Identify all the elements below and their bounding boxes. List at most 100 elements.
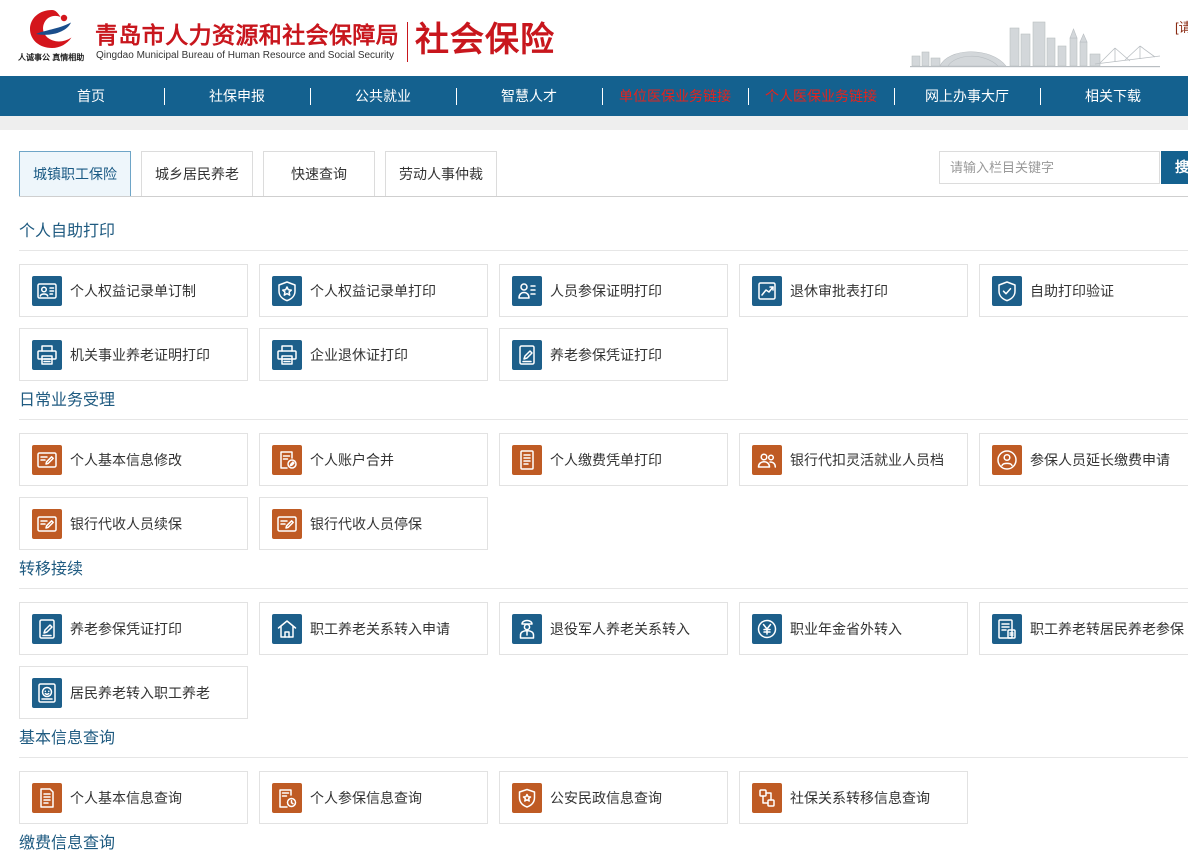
card-label: 职工养老转居民养老参保	[1030, 620, 1184, 637]
card-label: 居民养老转入职工养老	[70, 684, 210, 701]
card-label: 参保人员延长缴费申请	[1030, 451, 1170, 468]
resident-card-icon	[32, 677, 62, 708]
receipt-icon	[512, 444, 542, 475]
card-bank-collect-insurance-stop[interactable]: 银行代收人员停保	[259, 497, 488, 550]
tab-quick-query[interactable]: 快速查询	[263, 151, 375, 196]
police-badge-icon	[512, 782, 542, 813]
bureau-slogan: 人诚事公 真情相助	[18, 53, 85, 62]
card-label: 社保关系转移信息查询	[790, 789, 930, 806]
card-label: 企业退休证打印	[310, 346, 408, 363]
card-label: 养老参保凭证打印	[70, 620, 182, 637]
card-veteran-pension-transfer-in[interactable]: 退役军人养老关系转入	[499, 602, 728, 655]
document-edit-icon	[272, 444, 302, 475]
home-transfer-icon	[272, 613, 302, 644]
service-grid: 个人基本信息修改 个人账户合并 个人缴费凭单打印 银行代扣灵活就业人员档 参保人…	[19, 433, 1188, 550]
section-payment-info-query: 缴费信息查询	[19, 833, 1188, 855]
nav-item-social-insurance-declaration[interactable]: 社保申报	[164, 76, 310, 116]
section-title-daily-business: 日常业务受理	[19, 390, 1188, 420]
person-circle-icon	[992, 444, 1022, 475]
document-list-icon	[992, 613, 1022, 644]
card-insured-certificate-print[interactable]: 人员参保证明打印	[499, 264, 728, 317]
card-personal-basic-info-query[interactable]: 个人基本信息查询	[19, 771, 248, 824]
id-card-icon	[32, 275, 62, 306]
bureau-logo-icon[interactable]	[27, 7, 77, 51]
card-public-security-civil-affairs-info-query[interactable]: 公安民政信息查询	[499, 771, 728, 824]
section-basic-info-query: 基本信息查询 个人基本信息查询 个人参保信息查询 公安民政信息查询 社保关系转移…	[19, 728, 1188, 824]
printer-icon	[32, 339, 62, 370]
card-label: 个人基本信息查询	[70, 789, 182, 806]
tab-urban-rural-resident-pension[interactable]: 城乡居民养老	[141, 151, 253, 196]
card-pension-insurance-voucher-print[interactable]: 养老参保凭证打印	[499, 328, 728, 381]
title-divider	[407, 22, 408, 62]
document-icon	[32, 782, 62, 813]
card-label: 退休审批表打印	[790, 282, 888, 299]
card-institution-pension-certificate-print[interactable]: 机关事业养老证明打印	[19, 328, 248, 381]
nav-item-smart-talent[interactable]: 智慧人才	[456, 76, 602, 116]
nav-item-downloads[interactable]: 相关下载	[1040, 76, 1186, 116]
person-document-icon	[512, 275, 542, 306]
document-clock-icon	[272, 782, 302, 813]
card-label: 退役军人养老关系转入	[550, 620, 690, 637]
tab-labor-arbitration[interactable]: 劳动人事仲裁	[385, 151, 497, 196]
card-label: 人员参保证明打印	[550, 282, 662, 299]
card-retirement-approval-form-print[interactable]: 退休审批表打印	[739, 264, 968, 317]
card-self-print-verification[interactable]: 自助打印验证	[979, 264, 1188, 317]
main-nav: 首页 社保申报 公共就业 智慧人才 单位医保业务链接 个人医保业务链接 网上办事…	[0, 76, 1188, 116]
card-label: 公安民政信息查询	[550, 789, 662, 806]
site-title: 社会保险	[415, 20, 555, 60]
section-self-service-print: 个人自助打印 个人权益记录单订制 个人权益记录单打印 人员参保证明打印 退休审批…	[19, 221, 1188, 381]
section-daily-business: 日常业务受理 个人基本信息修改 个人账户合并 个人缴费凭单打印 银行代扣灵活就业…	[19, 390, 1188, 550]
service-grid: 养老参保凭证打印 职工养老关系转入申请 退役军人养老关系转入 职业年金省外转入	[19, 602, 1188, 719]
main-content: 城镇职工保险 城乡居民养老 快速查询 劳动人事仲裁 搜 个人自助打印 个人权益记…	[0, 130, 1188, 855]
nav-item-home[interactable]: 首页	[18, 76, 164, 116]
card-label: 个人基本信息修改	[70, 451, 182, 468]
card-label: 职工养老关系转入申请	[310, 620, 450, 637]
card-label: 个人账户合并	[310, 451, 394, 468]
card-personal-payment-voucher-print[interactable]: 个人缴费凭单打印	[499, 433, 728, 486]
service-grid: 个人基本信息查询 个人参保信息查询 公安民政信息查询 社保关系转移信息查询	[19, 771, 1188, 824]
nav-item-employer-medical-insurance-link[interactable]: 单位医保业务链接	[602, 76, 748, 116]
tab-urban-employee-insurance[interactable]: 城镇职工保险	[19, 151, 131, 196]
card-occupational-annuity-out-of-province-transfer[interactable]: 职业年金省外转入	[739, 602, 968, 655]
printer-icon	[272, 339, 302, 370]
card-label: 个人权益记录单订制	[70, 282, 196, 299]
card-employee-pension-transfer-in-application[interactable]: 职工养老关系转入申请	[259, 602, 488, 655]
card-bank-withhold-flexible-employment-archive[interactable]: 银行代扣灵活就业人员档	[739, 433, 968, 486]
card-bank-collect-insurance-resume[interactable]: 银行代收人员续保	[19, 497, 248, 550]
card-employee-to-resident-pension-insurance[interactable]: 职工养老转居民养老参保	[979, 602, 1188, 655]
card-insured-extended-payment-application[interactable]: 参保人员延长缴费申请	[979, 433, 1188, 486]
card-personal-account-merge[interactable]: 个人账户合并	[259, 433, 488, 486]
bureau-name[interactable]: 青岛市人力资源和社会保障局	[95, 20, 399, 50]
card-enterprise-retirement-certificate-print[interactable]: 企业退休证打印	[259, 328, 488, 381]
search-button[interactable]: 搜	[1161, 151, 1188, 184]
card-social-insurance-transfer-info-query[interactable]: 社保关系转移信息查询	[739, 771, 968, 824]
shield-star-icon	[272, 275, 302, 306]
section-transfer: 转移接续 养老参保凭证打印 职工养老关系转入申请 退役军人养老关系转入 职业年金…	[19, 559, 1188, 719]
nav-item-public-employment[interactable]: 公共就业	[310, 76, 456, 116]
trend-chart-icon	[752, 275, 782, 306]
certificate-edit-icon	[512, 339, 542, 370]
bureau-name-english: Qingdao Municipal Bureau of Human Resour…	[96, 50, 394, 61]
card-label: 个人参保信息查询	[310, 789, 422, 806]
card-pension-insurance-voucher-print-transfer[interactable]: 养老参保凭证打印	[19, 602, 248, 655]
card-label: 银行代收人员续保	[70, 515, 182, 532]
card-personal-rights-record-print[interactable]: 个人权益记录单打印	[259, 264, 488, 317]
card-label: 养老参保凭证打印	[550, 346, 662, 363]
nav-item-personal-medical-insurance-link[interactable]: 个人医保业务链接	[748, 76, 894, 116]
card-personal-insurance-info-query[interactable]: 个人参保信息查询	[259, 771, 488, 824]
service-sections: 个人自助打印 个人权益记录单订制 个人权益记录单打印 人员参保证明打印 退休审批…	[19, 221, 1188, 855]
nav-item-online-service-hall[interactable]: 网上办事大厅	[894, 76, 1040, 116]
card-label: 职业年金省外转入	[790, 620, 902, 637]
certificate-edit-icon	[32, 613, 62, 644]
card-resident-to-employee-pension-transfer[interactable]: 居民养老转入职工养老	[19, 666, 248, 719]
search-input[interactable]	[939, 151, 1160, 184]
login-link[interactable]: [请	[1175, 20, 1188, 36]
site-header: 人诚事公 真情相助 青岛市人力资源和社会保障局 Qingdao Municipa…	[0, 0, 1188, 76]
card-label: 机关事业养老证明打印	[70, 346, 210, 363]
card-personal-rights-record-customize[interactable]: 个人权益记录单订制	[19, 264, 248, 317]
nav-bottom-strip	[0, 116, 1188, 130]
transfer-flow-icon	[752, 782, 782, 813]
card-personal-basic-info-edit[interactable]: 个人基本信息修改	[19, 433, 248, 486]
shield-verify-icon	[992, 275, 1022, 306]
form-edit-icon	[272, 508, 302, 539]
